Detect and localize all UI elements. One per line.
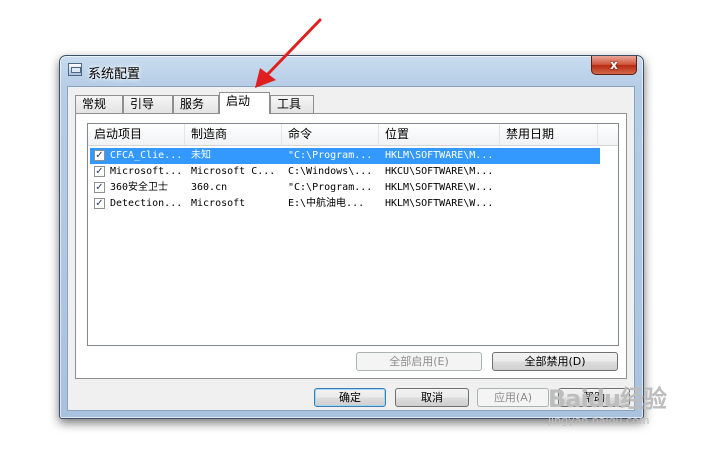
column-header-startup-item[interactable]: 启动项目: [88, 124, 185, 145]
cell-location: HKLM\SOFTWARE\W...: [385, 182, 494, 193]
enable-all-button[interactable]: 全部启用(E): [356, 352, 482, 371]
tab-tools[interactable]: 工具: [270, 95, 314, 113]
system-config-window: 系统配置 x 常规 引导 服务 启动 工具 启动项目 制造商 命令 位置 禁用日…: [59, 55, 644, 419]
cell-maker: 未知: [191, 150, 211, 161]
cell-location: HKCU\SOFTWARE\M...: [385, 166, 494, 177]
startup-list[interactable]: 启动项目 制造商 命令 位置 禁用日期 ✓ CFCA_Clie... 未知 "C…: [87, 123, 619, 346]
cell-item: 360安全卫士: [110, 182, 169, 193]
cell-item: CFCA_Clie...: [110, 150, 183, 161]
tab-general[interactable]: 常规: [75, 95, 123, 113]
startup-tab-panel: 启动项目 制造商 命令 位置 禁用日期 ✓ CFCA_Clie... 未知 "C…: [75, 113, 627, 379]
table-row[interactable]: ✓ Microsoft... Microsoft C... C:\Windows…: [90, 164, 600, 180]
cell-maker: 360.cn: [191, 182, 228, 193]
row-checkbox[interactable]: ✓: [94, 150, 105, 161]
watermark-logo: Baidu经验: [548, 385, 667, 413]
row-checkbox[interactable]: ✓: [94, 166, 105, 177]
cell-maker: Microsoft C...: [191, 166, 276, 177]
dialog-client-area: 常规 引导 服务 启动 工具 启动项目 制造商 命令 位置 禁用日期 ✓ CFC…: [67, 86, 635, 411]
column-header-command[interactable]: 命令: [282, 124, 379, 145]
column-header-manufacturer[interactable]: 制造商: [185, 124, 282, 145]
cell-item: Microsoft...: [110, 166, 183, 177]
list-header: 启动项目 制造商 命令 位置 禁用日期: [88, 124, 618, 146]
watermark-url: jingyan.baidu.com: [548, 414, 650, 427]
window-title: 系统配置: [88, 67, 141, 82]
msconfig-icon: [68, 63, 82, 76]
cell-command: E:\中航油电...: [288, 198, 365, 209]
tab-services[interactable]: 服务: [173, 95, 219, 113]
cell-command: "C:\Program...: [288, 182, 373, 193]
column-header-disabled-date[interactable]: 禁用日期: [500, 124, 598, 145]
cell-item: Detection...: [110, 198, 183, 209]
table-row[interactable]: ✓ Detection... Microsoft E:\中航油电... HKLM…: [90, 196, 600, 212]
baidu-jingyan-watermark: Baidu经验 jingyan.baidu.com: [548, 385, 667, 428]
row-checkbox[interactable]: ✓: [94, 198, 105, 209]
cell-command: "C:\Program...: [288, 150, 373, 161]
table-row[interactable]: ✓ 360安全卫士 360.cn "C:\Program... HKLM\SOF…: [90, 180, 600, 196]
tab-startup[interactable]: 启动: [219, 92, 270, 114]
cell-command: C:\Windows\...: [288, 166, 373, 177]
cell-location: HKLM\SOFTWARE\M...: [385, 150, 494, 161]
cell-location: HKLM\SOFTWARE\W...: [385, 198, 494, 209]
row-checkbox[interactable]: ✓: [94, 182, 105, 193]
close-button[interactable]: x: [591, 56, 637, 75]
apply-button[interactable]: 应用(A): [477, 388, 549, 407]
cell-maker: Microsoft: [191, 198, 246, 209]
ok-button[interactable]: 确定: [314, 388, 386, 407]
tab-boot[interactable]: 引导: [123, 95, 173, 113]
cancel-button[interactable]: 取消: [395, 388, 469, 407]
table-row[interactable]: ✓ CFCA_Clie... 未知 "C:\Program... HKLM\SO…: [90, 148, 600, 164]
column-header-location[interactable]: 位置: [379, 124, 500, 145]
disable-all-button[interactable]: 全部禁用(D): [492, 352, 618, 371]
